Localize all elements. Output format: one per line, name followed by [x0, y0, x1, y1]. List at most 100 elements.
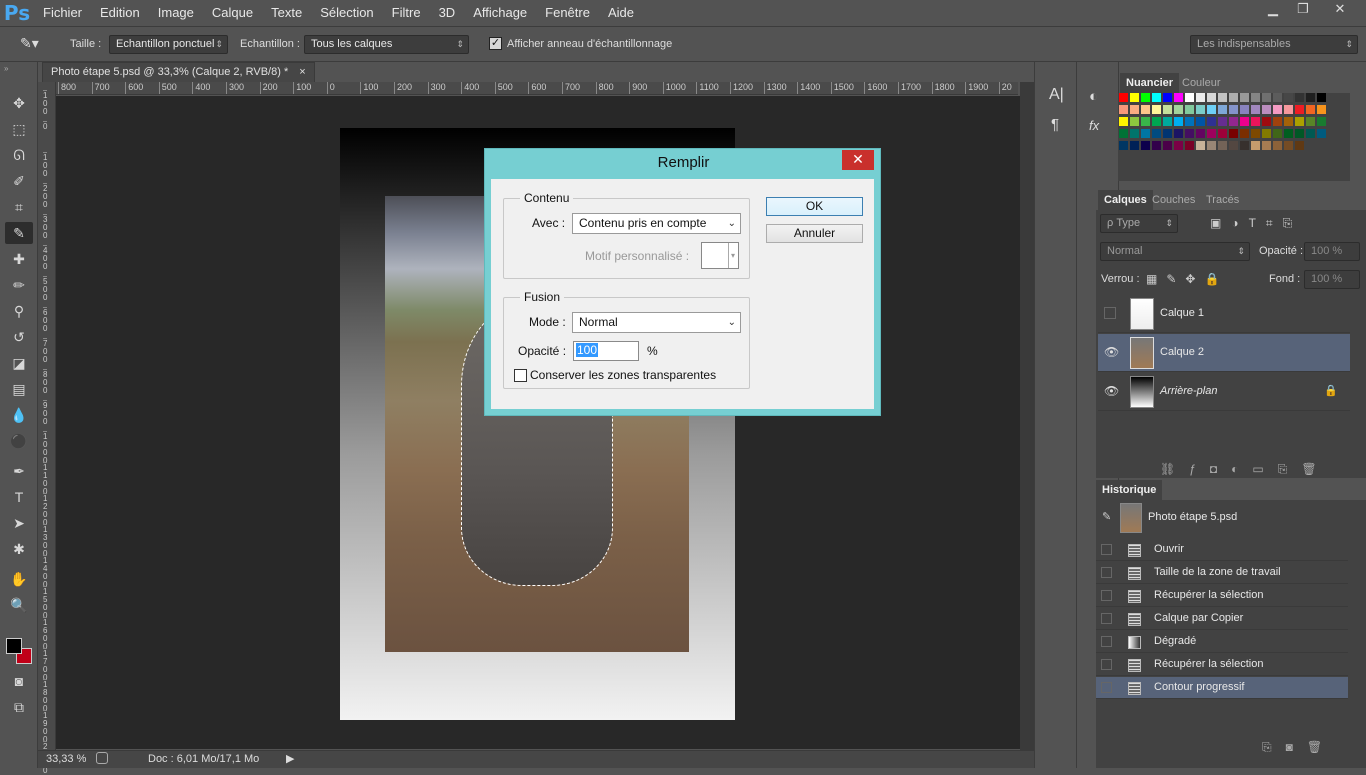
document-tab-close-icon[interactable]: × [299, 66, 305, 78]
visibility-toggle[interactable] [1104, 307, 1116, 319]
show-ring-checkbox[interactable]: ✓ [489, 37, 502, 50]
color-swatch[interactable] [1196, 105, 1205, 114]
zoom-level[interactable]: 33,33 % [46, 753, 86, 765]
document-tab[interactable]: Photo étape 5.psd @ 33,3% (Calque 2, RVB… [42, 62, 315, 82]
history-footer-icons[interactable]: ⎘◙🗑 [1262, 740, 1336, 755]
pattern-picker[interactable]: ▾ [701, 242, 739, 269]
ok-button[interactable]: OK [766, 197, 863, 216]
pen-icon[interactable]: ✒ [8, 460, 30, 482]
tab-calques[interactable]: Calques [1098, 190, 1153, 210]
quick-selection-icon[interactable]: ✐ [8, 170, 30, 192]
fill-field[interactable]: 100 % [1304, 270, 1360, 289]
layer-filter-select[interactable]: ρ Type ⇕ [1100, 214, 1178, 233]
move-icon[interactable]: ✥ [8, 92, 30, 114]
color-swatch[interactable] [1229, 129, 1238, 138]
color-swatch[interactable] [1174, 93, 1183, 102]
adjustments-panel-icon[interactable]: ◐ [1089, 88, 1098, 105]
blur-icon[interactable]: 💧 [8, 404, 30, 426]
color-swatch[interactable] [1174, 141, 1183, 150]
color-swatch[interactable] [1273, 141, 1282, 150]
quick-mask-icon[interactable]: ◙ [8, 670, 30, 692]
color-swatch[interactable] [1152, 117, 1161, 126]
tab-traces[interactable]: Tracés [1200, 190, 1245, 210]
color-swatch[interactable] [1163, 129, 1172, 138]
history-item[interactable]: Dégradé [1096, 631, 1348, 653]
menu-affichage[interactable]: Affichage [464, 0, 536, 26]
color-swatch[interactable] [1229, 105, 1238, 114]
color-swatch[interactable] [1152, 93, 1161, 102]
dodge-icon[interactable]: ⚫ [8, 430, 30, 452]
opacity-field[interactable]: 100 % [1304, 242, 1360, 261]
history-snapshot[interactable]: ✎ Photo étape 5.psd [1096, 500, 1348, 536]
blend-mode-select[interactable]: Normal ⇕ [1100, 242, 1250, 261]
character-panel-icon[interactable]: A| [1049, 86, 1064, 104]
color-swatch[interactable] [1273, 117, 1282, 126]
color-swatch[interactable] [1284, 105, 1293, 114]
color-swatch[interactable] [1251, 129, 1260, 138]
color-swatch[interactable] [1273, 93, 1282, 102]
color-swatch[interactable] [1207, 141, 1216, 150]
foreground-color-swatch-top[interactable] [6, 638, 22, 654]
color-swatch[interactable] [1306, 117, 1315, 126]
color-swatch[interactable] [1262, 141, 1271, 150]
path-selection-icon[interactable]: ➤ [8, 512, 30, 534]
color-swatch[interactable] [1306, 105, 1315, 114]
layer-row-calque-1[interactable]: Calque 1 [1098, 295, 1350, 333]
color-swatch[interactable] [1295, 129, 1304, 138]
color-swatch[interactable] [1141, 117, 1150, 126]
menu-calque[interactable]: Calque [203, 0, 262, 26]
color-swatch[interactable] [1196, 93, 1205, 102]
marquee-icon[interactable]: ⬚ [8, 118, 30, 140]
color-swatch[interactable] [1251, 93, 1260, 102]
color-swatch[interactable] [1163, 117, 1172, 126]
brush-icon[interactable]: ✏ [8, 274, 30, 296]
color-swatch[interactable] [1251, 105, 1260, 114]
dialog-close-button[interactable]: ✕ [842, 150, 874, 170]
color-swatch[interactable] [1218, 129, 1227, 138]
color-swatch[interactable] [1163, 93, 1172, 102]
color-swatch[interactable] [1229, 93, 1238, 102]
color-swatch[interactable] [1240, 129, 1249, 138]
history-source-checkbox[interactable] [1101, 613, 1112, 624]
color-swatch[interactable] [1152, 105, 1161, 114]
history-item[interactable]: Récupérer la sélection [1096, 585, 1348, 607]
history-item[interactable]: Ouvrir [1096, 539, 1348, 561]
layer-filter-icons[interactable]: ▣◑T⌗⎘ [1210, 216, 1302, 231]
eyedropper-icon[interactable]: ✎ [5, 222, 33, 244]
history-source-checkbox[interactable] [1101, 590, 1112, 601]
color-swatch[interactable] [1141, 141, 1150, 150]
color-swatch[interactable] [1207, 117, 1216, 126]
color-swatch[interactable] [1174, 129, 1183, 138]
workspace-select[interactable]: Les indispensables ⇕ [1190, 35, 1358, 54]
color-swatch[interactable] [1152, 129, 1161, 138]
history-item[interactable]: Récupérer la sélection [1096, 654, 1348, 676]
color-swatch[interactable] [1130, 105, 1139, 114]
color-swatch[interactable] [1130, 93, 1139, 102]
color-swatch[interactable] [1163, 141, 1172, 150]
cancel-button[interactable]: Annuler [766, 224, 863, 243]
layers-footer-icons[interactable]: ⛓ƒ◘◐▭⎘🗑 [1160, 462, 1331, 477]
color-swatch[interactable] [1119, 129, 1128, 138]
tab-couleur[interactable]: Couleur [1176, 73, 1227, 93]
color-swatch[interactable] [1185, 117, 1194, 126]
color-swatch[interactable] [1262, 105, 1271, 114]
history-item[interactable]: Taille de la zone de travail [1096, 562, 1348, 584]
history-source-checkbox[interactable] [1101, 659, 1112, 670]
color-swatch[interactable] [1207, 93, 1216, 102]
tab-couches[interactable]: Couches [1146, 190, 1201, 210]
lasso-icon[interactable]: ᘏ [8, 144, 30, 166]
status-menu-icon[interactable] [96, 752, 108, 764]
history-source-checkbox[interactable] [1101, 636, 1112, 647]
color-swatch[interactable] [1218, 105, 1227, 114]
close-window-button[interactable]: ✕ [1320, 0, 1360, 18]
menu-aide[interactable]: Aide [599, 0, 643, 26]
color-swatch[interactable] [1130, 117, 1139, 126]
color-swatch[interactable] [1240, 117, 1249, 126]
color-swatch[interactable] [1273, 105, 1282, 114]
styles-panel-icon[interactable]: fx [1089, 118, 1099, 133]
menu-3d[interactable]: 3D [430, 0, 465, 26]
hand-icon[interactable]: ✋ [8, 568, 30, 590]
eyedropper-preset-icon[interactable]: ✎▾ [20, 35, 44, 53]
color-swatch[interactable] [1262, 93, 1271, 102]
restore-button[interactable]: ❐ [1290, 0, 1316, 18]
